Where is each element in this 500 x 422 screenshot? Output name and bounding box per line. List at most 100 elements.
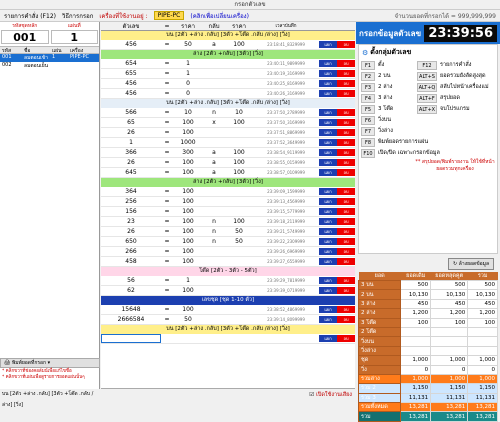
split-button[interactable]: แยก [319,149,337,156]
cell-price[interactable]: 300 [173,148,203,157]
cell-price[interactable]: 100 [173,305,203,314]
delete-button[interactable]: ลบ [337,41,355,48]
cell-number[interactable]: 26 [101,227,161,236]
cell-price2[interactable] [225,128,253,137]
table-row[interactable]: 458 = 100 23:39:27_6559999 แยก ลบ [101,257,355,267]
cell-reverse[interactable] [203,207,225,216]
cell-number[interactable]: 15648 [101,305,161,314]
cell-number[interactable]: 366 [101,148,161,157]
cell-number[interactable]: 650 [101,237,161,246]
cell-number[interactable]: 456 [101,89,161,98]
cell-reverse[interactable]: a [203,148,225,157]
delete-button[interactable]: ลบ [337,70,355,77]
cell-number[interactable]: 65 [101,118,161,127]
list-item[interactable]: 001 ลมตอนเช้า 1 PIPE-PC [0,54,99,62]
table-row[interactable]: 56 = 1 23:39:29_7819999 แยก ลบ [101,276,355,286]
split-button[interactable]: แยก [319,316,337,323]
delete-button[interactable]: ลบ [337,90,355,97]
cell-reverse[interactable] [203,187,225,196]
table-row[interactable]: 456 = 0 23:40:26_3169999 แยก ลบ [101,89,355,99]
split-button[interactable]: แยก [319,139,337,146]
delete-button[interactable]: ลบ [337,80,355,87]
cell-price2[interactable] [225,247,253,256]
split-button[interactable]: แยก [319,228,337,235]
delete-button[interactable]: ลบ [337,119,355,126]
delete-button[interactable]: ลบ [337,149,355,156]
cell-price2[interactable] [225,276,253,285]
split-button[interactable]: แยก [319,218,337,225]
delete-button[interactable]: ลบ [337,228,355,235]
cell-reverse[interactable] [203,257,225,266]
cell-reverse[interactable]: a [203,168,225,177]
delete-button[interactable]: ลบ [337,60,355,67]
cell-reverse[interactable]: n [203,237,225,246]
cell-price[interactable]: 100 [173,187,203,196]
split-button[interactable]: แยก [319,119,337,126]
cell-price[interactable]: 1 [173,69,203,78]
table-row[interactable]: 645 = 100 a 100 23:38:57_0109999 แยก ลบ [101,168,355,178]
cell-number[interactable]: 26 [101,128,161,137]
cell-price[interactable]: 100 [173,286,203,295]
cell-price[interactable]: 1 [173,276,203,285]
cell-reverse[interactable]: n [203,217,225,226]
cell-price[interactable]: 0 [173,79,203,88]
split-button[interactable]: แยก [319,90,337,97]
cell-price2[interactable]: 100 [225,118,253,127]
delete-button[interactable]: ลบ [337,188,355,195]
cell-number[interactable]: 62 [101,286,161,295]
cell-price[interactable]: 100 [173,237,203,246]
cell-price[interactable]: 100 [173,247,203,256]
list-item[interactable]: 002 ลมตอนเย็น [0,62,99,70]
cell-number[interactable]: 645 [101,168,161,177]
delete-button[interactable]: ลบ [337,287,355,294]
split-button[interactable]: แยก [319,80,337,87]
split-button[interactable]: แยก [319,258,337,265]
cell-number[interactable]: 2666584 [101,315,161,324]
split-button[interactable]: แยก [319,277,337,284]
delete-button[interactable]: ลบ [337,208,355,215]
cell-price2[interactable]: 100 [225,158,253,167]
delete-button[interactable]: ลบ [337,306,355,313]
delete-button[interactable]: ลบ [337,316,355,323]
delete-button[interactable]: ลบ [337,248,355,255]
delete-button[interactable]: ลบ [337,238,355,245]
split-button[interactable]: แยก [319,208,337,215]
cell-reverse[interactable] [203,247,225,256]
split-button[interactable]: แยก [319,70,337,77]
table-row[interactable]: 23 = 100 n 100 23:39:18_2119999 แยก ลบ [101,217,355,227]
split-button[interactable]: แยก [319,335,337,342]
table-row[interactable]: 62 = 100 23:39:39_0719999 แยก ลบ [101,286,355,296]
cell-price2[interactable] [225,79,253,88]
cell-price[interactable]: 100 [173,158,203,167]
cell-price2[interactable] [225,59,253,68]
sheet-field[interactable]: 1 [50,30,98,44]
table-row[interactable]: 65 = 100 x 100 23:37:50_3169999 แยก ลบ [101,118,355,128]
cell-reverse[interactable] [203,305,225,314]
main-code-field[interactable]: 001 [1,30,49,44]
cell-reverse[interactable] [203,197,225,206]
reset-button[interactable]: ↻ ล้างยอดข้อมูล [448,258,494,270]
cell-price2[interactable] [225,197,253,206]
cell-price2[interactable]: 100 [225,168,253,177]
cell-price[interactable]: 100 [173,227,203,236]
cell-reverse[interactable]: n [203,227,225,236]
cell-price[interactable]: 1000 [173,138,203,147]
delete-button[interactable]: ลบ [337,277,355,284]
delete-button[interactable]: ลบ [337,169,355,176]
table-row-empty[interactable]: แยก ลบ [101,334,355,344]
cell-number[interactable]: 456 [101,79,161,88]
split-button[interactable]: แยก [319,159,337,166]
cell-price[interactable]: 10 [173,108,203,117]
cell-number[interactable]: 156 [101,207,161,216]
cell-reverse[interactable] [203,69,225,78]
table-row[interactable]: 650 = 100 n 50 23:39:22_2309999 แยก ลบ [101,237,355,247]
cell-price[interactable]: 100 [173,197,203,206]
cell-price2[interactable] [225,89,253,98]
cell-number[interactable]: 266 [101,247,161,256]
table-row[interactable]: 15648 = 100 23:38:52_4869999 แยก ลบ [101,305,355,315]
cell-price[interactable]: 100 [173,118,203,127]
cell-number-input[interactable] [101,334,161,343]
cell-price2[interactable] [225,286,253,295]
cell-price[interactable]: 0 [173,89,203,98]
delete-button[interactable]: ลบ [337,335,355,342]
